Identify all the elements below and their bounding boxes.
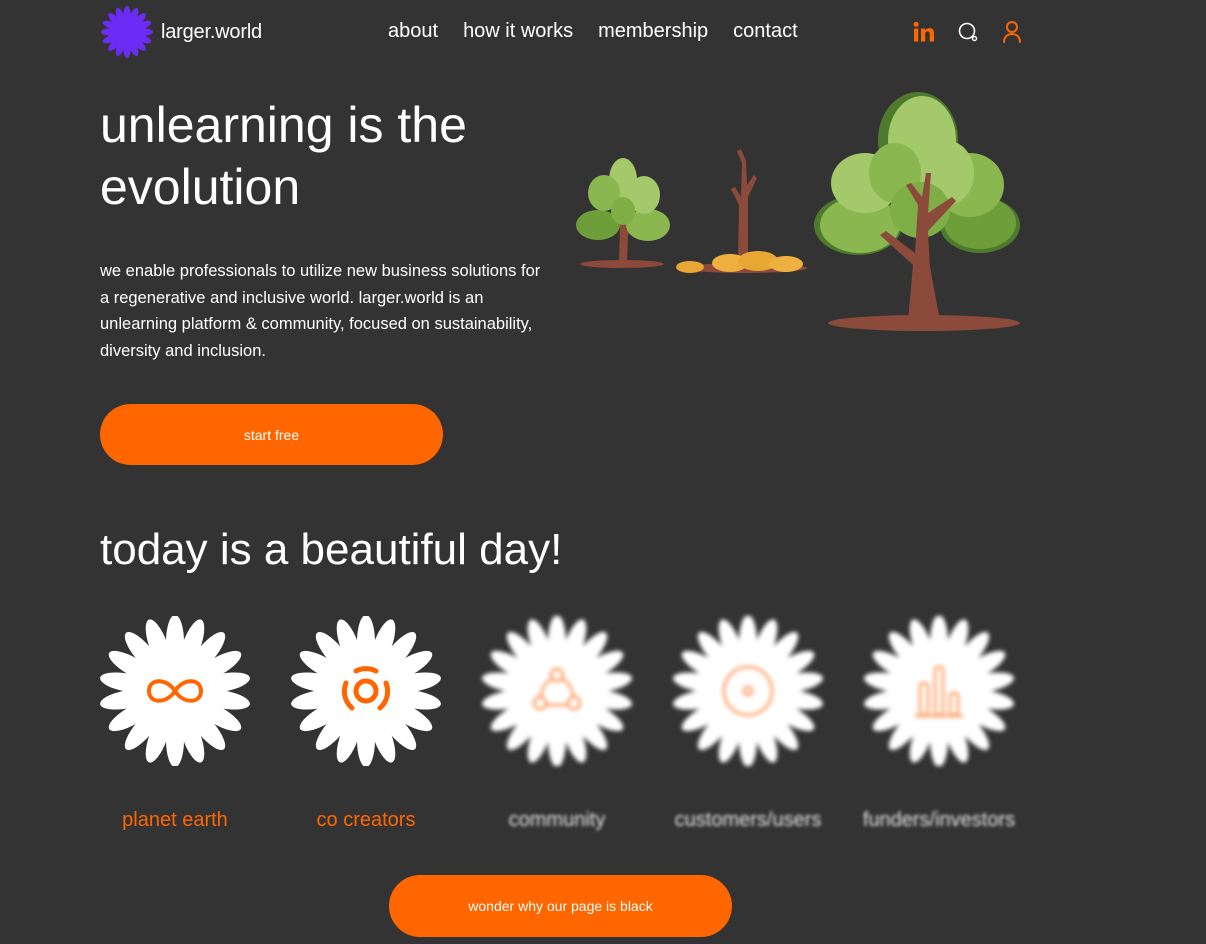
start-free-button[interactable]: start free	[100, 404, 443, 465]
search-button[interactable]	[955, 19, 981, 45]
hero-title: unlearning is the evolution	[100, 97, 467, 215]
site-header: larger.world about how it works membersh…	[0, 0, 1206, 66]
account-button[interactable]	[999, 19, 1025, 45]
linkedin-link[interactable]	[911, 19, 937, 45]
flower-badge	[864, 616, 1014, 766]
asterisk-flower-logo-icon	[101, 6, 153, 58]
stakeholder-planet-earth[interactable]: planet earth	[100, 616, 250, 831]
big-tree	[814, 92, 1020, 321]
stakeholder-co-creators[interactable]: co creators	[291, 616, 441, 831]
hero-description: we enable professionals to utilize new b…	[100, 262, 541, 360]
brand-logo[interactable]: larger.world	[100, 5, 262, 59]
stakeholder-customers-users[interactable]: customers/users	[673, 616, 823, 831]
user-icon	[1003, 21, 1021, 43]
section-title: today is a beautiful day!	[100, 525, 563, 574]
main-nav: about how it works membership contact	[388, 20, 798, 43]
flower-badge	[482, 616, 632, 766]
small-tree	[576, 158, 670, 263]
three-trees-illustration	[576, 92, 1020, 331]
stakeholder-community[interactable]: community	[482, 616, 632, 831]
stakeholder-funders-investors[interactable]: funders/investors	[863, 616, 1015, 831]
flower-badge	[291, 616, 441, 766]
nav-item-membership[interactable]: membership	[598, 20, 708, 43]
nav-item-how-it-works[interactable]: how it works	[463, 20, 573, 43]
flower-badge	[673, 616, 823, 766]
brand-name: larger.world	[161, 20, 262, 43]
nav-item-contact[interactable]: contact	[733, 20, 797, 43]
flower-badge	[100, 616, 250, 766]
search-icon	[958, 22, 978, 42]
bare-tree	[676, 149, 803, 273]
linkedin-icon	[913, 21, 934, 42]
why-black-button[interactable]: wonder why our page is black	[389, 875, 732, 937]
stakeholder-label: funders/investors	[862, 809, 1016, 831]
nav-item-about[interactable]: about	[388, 20, 438, 43]
